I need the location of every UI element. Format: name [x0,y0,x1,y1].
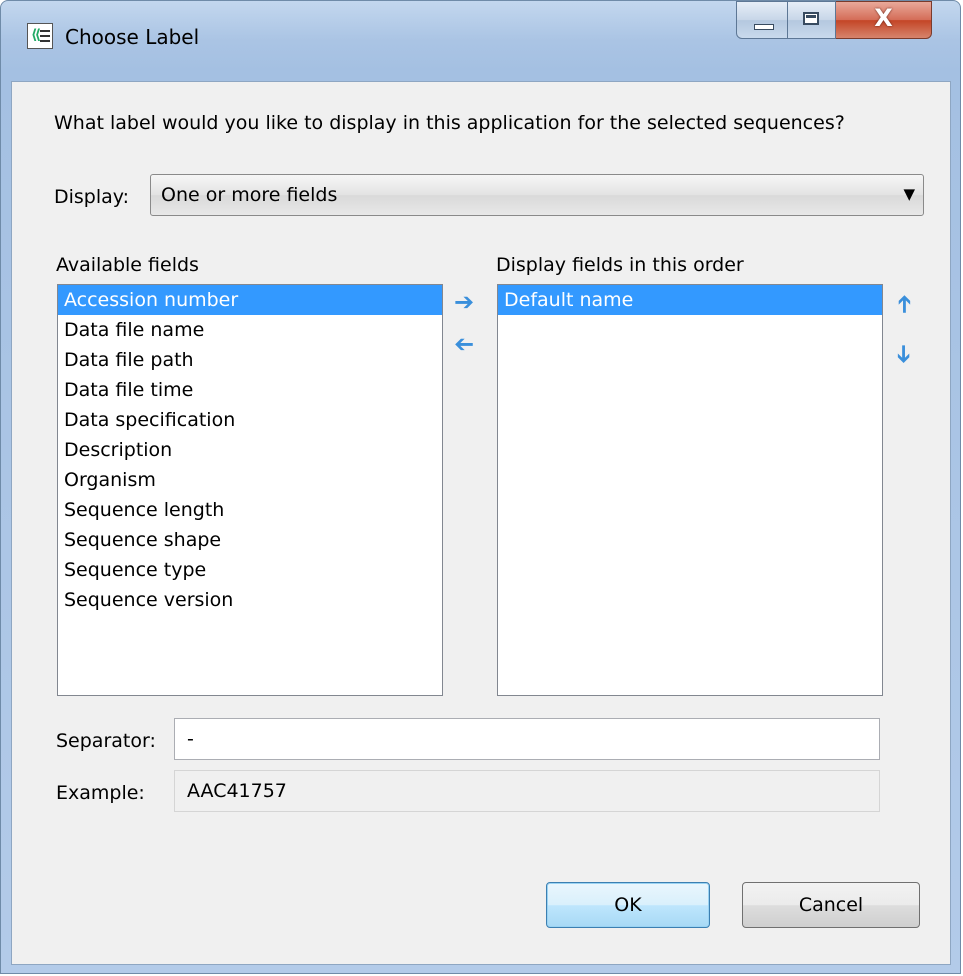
close-icon: X [874,4,893,32]
available-fields-heading: Available fields [56,254,199,276]
available-list-item[interactable]: Sequence type [58,555,442,585]
minimize-icon [754,24,774,30]
available-list-item[interactable]: Organism [58,465,442,495]
example-field: AAC41757 [174,770,880,812]
available-fields-list[interactable]: Accession number Data file name Data file … [57,284,443,696]
available-list-item[interactable]: Sequence shape [58,525,442,555]
ordered-fields-heading: Display fields in this order [496,254,744,276]
prompt-text: What label would you like to display in … [54,112,845,134]
display-select-value: One or more fields [161,184,338,206]
ordered-list-item[interactable]: Default name [498,285,882,315]
minimize-button[interactable] [736,1,788,39]
available-list-item[interactable]: Data specification [58,405,442,435]
close-button[interactable]: X [836,1,932,39]
caption-buttons: X [736,1,932,41]
cancel-button[interactable]: Cancel [742,882,920,928]
separator-input-value: - [187,728,194,750]
label-chooser-icon: ⟪ [27,23,53,49]
available-list-item[interactable]: Accession number [58,285,442,315]
separator-input[interactable]: - [174,718,880,760]
chevron-down-icon: ▼ [903,185,915,203]
available-list-item[interactable]: Sequence length [58,495,442,525]
available-list-item[interactable]: Data file name [58,315,442,345]
maximize-button[interactable] [788,1,836,39]
ok-button[interactable]: OK [546,882,710,928]
arrow-right-icon[interactable]: ➔ [452,290,476,314]
arrow-left-icon[interactable]: ➔ [452,330,476,358]
dialog-window: ⟪ Choose Label X What label would you li… [0,0,961,974]
window-title: Choose Label [65,25,200,49]
example-value: AAC41757 [187,780,287,802]
title-bar[interactable]: ⟪ Choose Label X [1,1,960,81]
example-label: Example: [56,782,145,804]
separator-label: Separator: [56,730,156,752]
ordered-fields-list[interactable]: Default name [497,284,883,696]
maximize-icon [803,12,819,25]
arrow-down-icon[interactable]: ➔ [890,342,918,366]
display-label: Display: [54,186,130,208]
display-select[interactable]: One or more fields ▼ [150,174,924,216]
available-list-item[interactable]: Description [58,435,442,465]
arrow-up-icon[interactable]: ➔ [890,292,918,316]
dialog-body: What label would you like to display in … [11,81,951,965]
available-list-item[interactable]: Data file time [58,375,442,405]
available-list-item[interactable]: Data file path [58,345,442,375]
available-list-item[interactable]: Sequence version [58,585,442,615]
